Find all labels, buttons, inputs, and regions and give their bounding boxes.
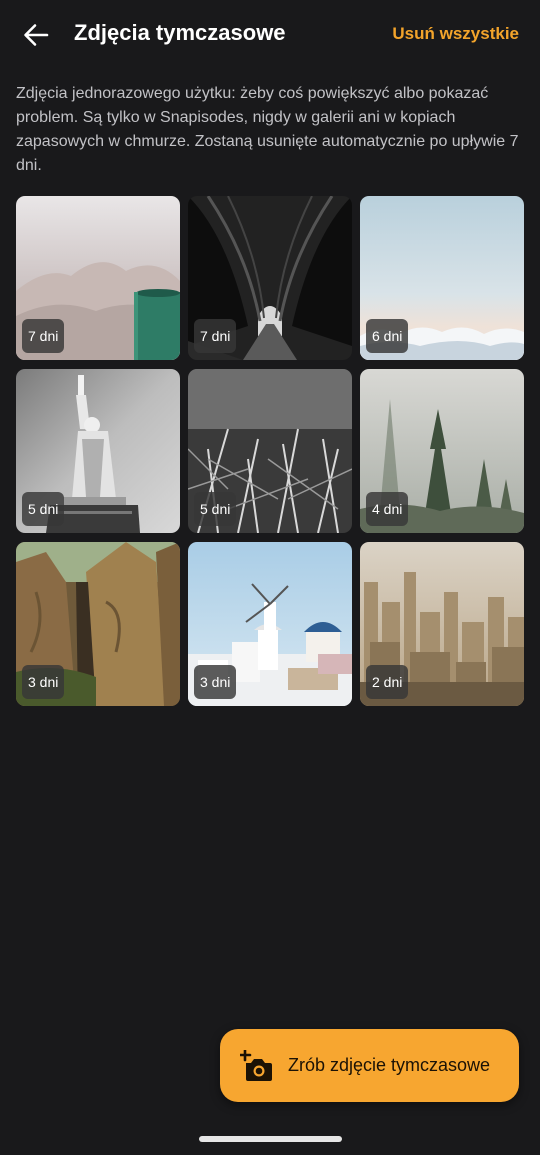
- fab-label: Zrób zdjęcie tymczasowe: [288, 1055, 491, 1075]
- expiry-badge: 7 dni: [22, 319, 65, 353]
- photo-tile[interactable]: 2 dni: [360, 542, 524, 706]
- photo-tile[interactable]: 5 dni: [188, 369, 352, 533]
- description-text: Zdjęcia jednorazowego użytku: żeby coś p…: [16, 85, 519, 174]
- photo-tile[interactable]: 3 dni: [16, 542, 180, 706]
- photo-tile[interactable]: 4 dni: [360, 369, 524, 533]
- photo-tile[interactable]: 5 dni: [16, 369, 180, 533]
- expiry-badge: 5 dni: [194, 492, 237, 526]
- photo-tile[interactable]: 6 dni: [360, 196, 524, 360]
- take-temporary-photo-button[interactable]: Zrób zdjęcie tymczasowe: [220, 1029, 519, 1102]
- top-app-bar: Zdjęcia tymczasowe Usuń wszystkie: [0, 0, 540, 70]
- expiry-badge: 5 dni: [22, 492, 65, 526]
- expiry-badge: 6 dni: [366, 319, 409, 353]
- photo-tile[interactable]: 7 dni: [188, 196, 352, 360]
- home-indicator[interactable]: [199, 1136, 342, 1142]
- page-title: Zdjęcia tymczasowe: [74, 20, 286, 45]
- photo-tile[interactable]: 7 dni: [16, 196, 180, 360]
- expiry-badge: 7 dni: [194, 319, 237, 353]
- photo-tile[interactable]: 3 dni: [188, 542, 352, 706]
- camera-plus-icon: [240, 1050, 272, 1081]
- expiry-badge: 3 dni: [194, 665, 237, 699]
- expiry-badge: 2 dni: [366, 665, 409, 699]
- back-button[interactable]: [14, 14, 58, 56]
- expiry-badge: 3 dni: [22, 665, 65, 699]
- expiry-badge: 4 dni: [366, 492, 409, 526]
- delete-all-button[interactable]: Usuń wszystkie: [392, 24, 519, 44]
- photo-grid: 7 dni 7 dni 6 dni 5 dni 5 dni 4 dni 3 dn…: [16, 196, 525, 706]
- arrow-left-icon: [24, 24, 49, 46]
